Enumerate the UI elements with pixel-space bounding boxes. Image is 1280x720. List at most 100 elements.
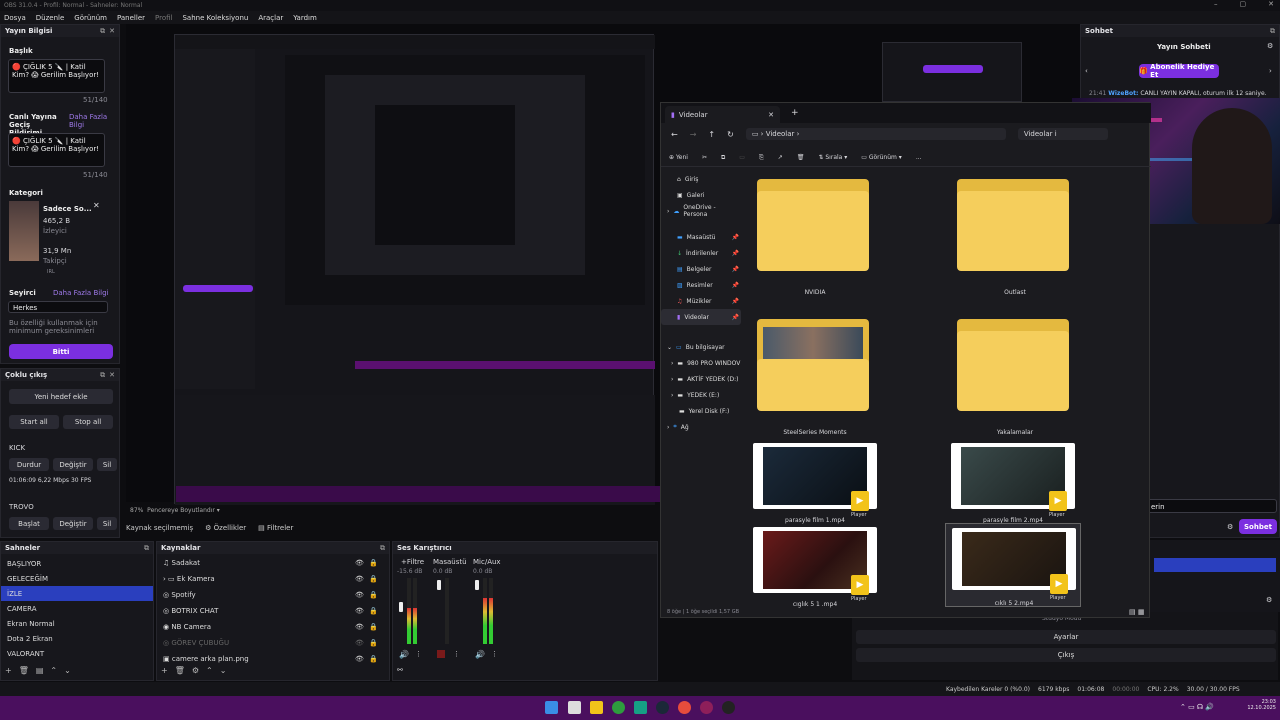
more-button[interactable]: ... [916, 154, 922, 161]
source-item[interactable]: ♫ Sadakat 👁 🔒 [157, 555, 389, 571]
speaker-icon[interactable]: 🔊 [475, 650, 485, 659]
video-item[interactable]: ▶ Player parasyle film 2.mp4 [947, 443, 1079, 524]
chevron-right-icon[interactable]: › [671, 376, 673, 383]
add-icon[interactable]: + [161, 666, 168, 675]
share-icon[interactable]: ↗ [778, 154, 783, 161]
source-item[interactable]: ▣ camere arka plan.png 👁 🔒 [157, 651, 389, 667]
add-target-button[interactable]: Yeni hedef ekle [9, 389, 113, 404]
settings-button[interactable]: Ayarlar [856, 630, 1276, 644]
close-icon[interactable]: ✕ [109, 371, 115, 380]
trash-icon[interactable]: 🗑 [19, 666, 29, 675]
video-item[interactable]: ▶ Player cıglık 5 1 .mp4 [749, 527, 881, 608]
source-item[interactable]: ◎ Spotify 👁 🔒 [157, 587, 389, 603]
scene-item[interactable]: BAŞLIYOR [1, 556, 153, 571]
chevron-right-icon[interactable]: › [671, 360, 673, 367]
eye-icon[interactable]: 👁 [355, 655, 364, 663]
menu-edit[interactable]: Düzenle [36, 14, 65, 22]
trovo-extra-button[interactable]: Sil [97, 517, 117, 530]
volume-slider[interactable] [437, 580, 441, 590]
notification-info-link[interactable]: Daha Fazla Bilgi [69, 113, 109, 129]
kick-change-button[interactable]: Değiştir [53, 458, 93, 471]
undock-icon[interactable]: ⧉ [100, 27, 105, 36]
close-icon[interactable]: ✕ [109, 27, 115, 36]
media-player-icon[interactable] [634, 701, 647, 714]
eye-icon[interactable]: 👁 [355, 559, 364, 567]
volume-slider[interactable] [399, 602, 403, 612]
chevron-right-icon[interactable]: › [667, 424, 669, 431]
new-tab-icon[interactable]: + [791, 108, 799, 118]
trovo-change-button[interactable]: Değiştir [53, 517, 93, 530]
nav-item-videos[interactable]: ▮ Videolar 📌 [661, 309, 741, 325]
audience-info-link[interactable]: Daha Fazla Bilgi [53, 289, 109, 297]
user-settings-icon[interactable]: ⚙ [1267, 42, 1273, 50]
menu-profile[interactable]: Profil [155, 14, 172, 22]
xbox-icon[interactable] [612, 701, 625, 714]
eye-icon[interactable]: 👁 [355, 591, 364, 599]
steam-icon[interactable] [656, 701, 669, 714]
chevron-right-icon[interactable]: › [1269, 67, 1272, 75]
folder-item[interactable]: NVIDIA [753, 175, 877, 296]
menu-file[interactable]: Dosya [4, 14, 26, 22]
mixer-menu-icon[interactable]: ⋮ [491, 650, 498, 658]
chevron-right-icon[interactable]: › [667, 208, 669, 215]
cut-icon[interactable]: ✂ [702, 154, 707, 161]
settings-icon[interactable]: ⚙ [1227, 523, 1233, 531]
windows-start-icon[interactable] [545, 701, 558, 714]
done-button[interactable]: Bitti [9, 344, 113, 359]
copy-icon[interactable]: ⧉ [721, 154, 725, 162]
tray-icons[interactable]: ⌃ ▭ ☊ 🔊 [1180, 703, 1214, 711]
filter-icon[interactable]: ▤ [36, 666, 44, 675]
scene-item[interactable]: VALORANT [1, 646, 153, 661]
rename-icon[interactable]: ⎘ [759, 154, 764, 162]
properties-button[interactable]: ⚙ Özellikler [205, 524, 246, 532]
filters-button[interactable]: ▤ Filtreler [258, 524, 293, 532]
lock-icon[interactable]: 🔒 [369, 575, 378, 583]
nav-item-drive[interactable]: › ▬ 980 PRO WINDOV [661, 355, 741, 371]
nav-item-music[interactable]: ♫ Müzikler 📌 [661, 293, 741, 309]
gear-icon[interactable]: ⚙ [1266, 596, 1272, 604]
obs-icon[interactable] [722, 701, 735, 714]
delete-icon[interactable]: 🗑 [797, 154, 805, 161]
chrome-icon[interactable] [678, 701, 691, 714]
nav-item-desktop[interactable]: ▬ Masaüstü 📌 [661, 229, 741, 245]
source-item[interactable]: ◎ GÖREV ÇUBUĞU 👁 🔒 [157, 635, 389, 651]
close-tab-icon[interactable]: ✕ [768, 111, 774, 119]
source-item[interactable]: ◉ NB Camera 👁 🔒 [157, 619, 389, 635]
add-icon[interactable]: + [5, 666, 12, 675]
nav-item-documents[interactable]: ▤ Belgeler 📌 [661, 261, 741, 277]
lock-icon[interactable]: 🔒 [369, 559, 378, 567]
trovo-start-button[interactable]: Başlat [9, 517, 49, 530]
back-icon[interactable]: ← [671, 130, 678, 139]
scene-item[interactable]: Dota 2 Ekran [1, 631, 153, 646]
nav-item-drive[interactable]: › ▬ YEDEK (E:) [661, 387, 741, 403]
move-up-icon[interactable]: ⌃ [50, 666, 57, 675]
category-remove-icon[interactable]: ✕ [93, 201, 100, 210]
nav-item-drive[interactable]: › ▬ AKTİF YEDEK (D:) [661, 371, 741, 387]
search-box[interactable]: Videolar i [1017, 128, 1108, 140]
minimize-icon[interactable]: – [1214, 0, 1218, 11]
eye-icon[interactable]: 👁 [355, 575, 364, 583]
send-chat-button[interactable]: Sohbet [1239, 519, 1277, 534]
eye-icon[interactable]: 👁 [355, 623, 364, 631]
chevron-right-icon[interactable]: › [671, 392, 673, 399]
message-user[interactable]: WizeBot: [1108, 90, 1138, 97]
video-item-selected[interactable]: ▶ Player cıklı 5 2.mp4 [945, 523, 1081, 607]
menu-help[interactable]: Yardım [293, 14, 317, 22]
title-input[interactable]: 🔴 ÇIĞLIK 5 🔪 | Katil Kim? 😱 Gerilim Başl… [8, 59, 105, 93]
mixer-menu-icon[interactable]: ⋮ [453, 650, 460, 658]
preview-zoom[interactable]: 87% Pencereye Boyutlandır ▾ [130, 507, 220, 514]
kick-stop-button[interactable]: Durdur [9, 458, 49, 471]
lock-icon[interactable]: 🔒 [369, 639, 378, 647]
explorer-tab[interactable]: ▮ Videolar ✕ [665, 106, 780, 123]
forward-icon[interactable]: → [690, 130, 697, 139]
view-toggle-icon[interactable]: ▤ ▦ [1129, 608, 1144, 616]
nav-item-network[interactable]: › ⌗ Ağ [661, 419, 741, 435]
nav-item-onedrive[interactable]: › ☁ OneDrive - Persona [661, 203, 741, 219]
volume-slider[interactable] [475, 580, 479, 590]
gear-icon[interactable]: ⚙ [192, 666, 199, 675]
exit-button[interactable]: Çıkış [856, 648, 1276, 662]
move-up-icon[interactable]: ⌃ [206, 666, 213, 675]
paste-icon[interactable]: ▭ [739, 154, 745, 161]
menu-view[interactable]: Görünüm [74, 14, 107, 22]
gift-sub-button[interactable]: 🎁 Abonelik Hediye Et [1139, 63, 1219, 79]
